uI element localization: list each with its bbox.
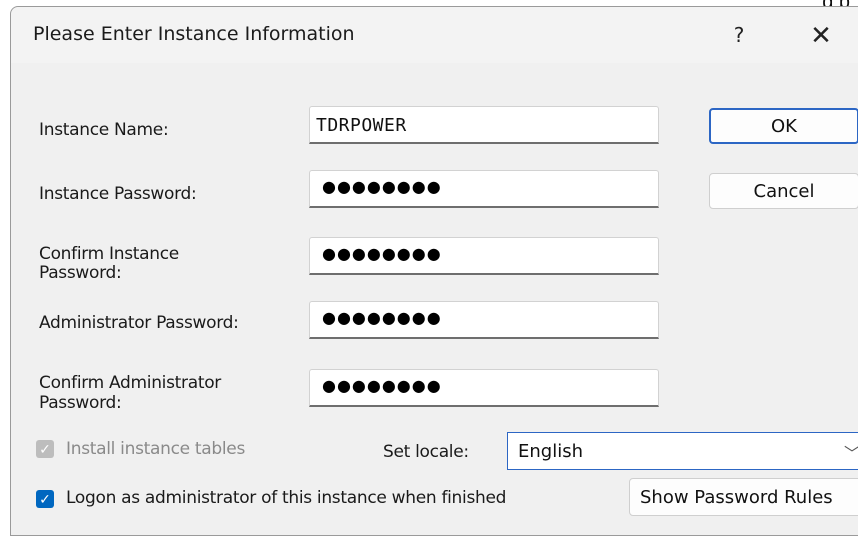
close-button[interactable]: ✕	[801, 15, 841, 55]
confirm-instance-password-mask: ●●●●●●●●	[322, 244, 442, 263]
confirm-instance-password-label-line1: Confirm Instance	[39, 244, 179, 264]
locale-select[interactable]: English ﹀	[507, 432, 858, 470]
logon-admin-checkbox[interactable]: ✓	[36, 490, 54, 508]
chevron-down-icon: ﹀	[844, 440, 858, 464]
ok-button[interactable]: OK	[709, 108, 858, 144]
cancel-button[interactable]: Cancel	[709, 173, 858, 209]
confirm-instance-password-field[interactable]: ●●●●●●●●	[309, 237, 659, 275]
instance-password-label: Instance Password:	[39, 184, 197, 204]
confirm-admin-password-label-line2: Password:	[39, 393, 122, 413]
help-icon: ?	[733, 23, 745, 47]
cancel-button-label: Cancel	[753, 180, 815, 202]
confirm-instance-password-label-line2: Password:	[39, 263, 122, 283]
show-password-rules-label: Show Password Rules	[640, 486, 833, 508]
confirm-admin-password-mask: ●●●●●●●●	[322, 376, 442, 395]
admin-password-label: Administrator Password:	[39, 313, 239, 333]
install-tables-label: Install instance tables	[66, 439, 246, 459]
confirm-admin-password-field[interactable]: ●●●●●●●●	[309, 369, 659, 407]
instance-info-dialog: Please Enter Instance Information ? ✕ In…	[10, 6, 858, 536]
ok-button-label: OK	[771, 115, 797, 137]
title-bar: Please Enter Instance Information ? ✕	[11, 7, 858, 63]
install-tables-checkbox[interactable]: ✓	[36, 440, 54, 458]
instance-name-label: Instance Name:	[39, 120, 169, 140]
dialog-title: Please Enter Instance Information	[33, 23, 355, 45]
logon-admin-label: Logon as administrator of this instance …	[66, 488, 507, 508]
instance-name-value: TDRPOWER	[316, 115, 407, 136]
admin-password-mask: ●●●●●●●●	[322, 308, 442, 327]
close-icon: ✕	[810, 19, 832, 50]
help-button[interactable]: ?	[721, 17, 757, 53]
checkmark-icon: ✓	[39, 441, 51, 457]
locale-value: English	[518, 441, 583, 462]
instance-password-field[interactable]: ●●●●●●●●	[309, 170, 659, 208]
show-password-rules-button[interactable]: Show Password Rules	[629, 478, 858, 516]
instance-password-mask: ●●●●●●●●	[322, 177, 442, 196]
confirm-admin-password-label-line1: Confirm Administrator	[39, 373, 221, 393]
checkmark-icon: ✓	[39, 491, 51, 507]
instance-name-field[interactable]: TDRPOWER	[309, 106, 659, 144]
locale-label: Set locale:	[383, 442, 469, 462]
admin-password-field[interactable]: ●●●●●●●●	[309, 301, 659, 339]
